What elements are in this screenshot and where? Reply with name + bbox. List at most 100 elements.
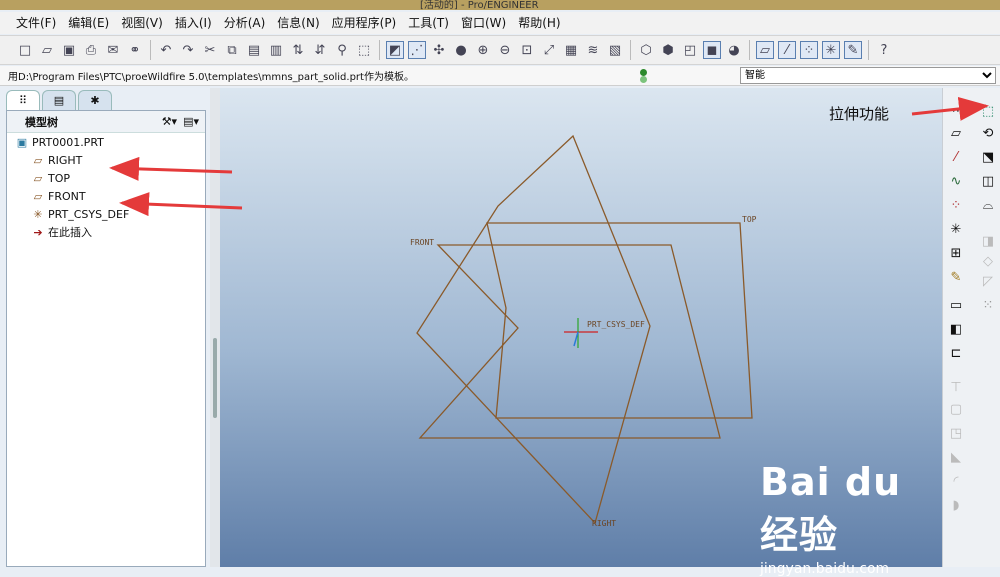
window-title: [活动的] - Pro/ENGINEER [420,0,539,11]
cut-icon[interactable]: ✂ [201,41,219,59]
datum-point-icon[interactable]: ⁘ [947,196,965,214]
sweep-icon[interactable]: ⬔ [979,148,997,166]
save-icon[interactable]: ▣ [60,41,78,59]
context-help-icon[interactable]: ? [875,41,893,59]
tree-item-csys[interactable]: ✳ PRT_CSYS_DEF [7,205,205,223]
redo-icon[interactable]: ↷ [179,41,197,59]
tree-item-label: PRT0001.PRT [32,135,104,149]
hidden-line-icon[interactable]: ⬢ [659,41,677,59]
csys-label: PRT_CSYS_DEF [587,320,645,329]
revolve-icon[interactable]: ⟲ [979,124,997,142]
tree-item-front[interactable]: ▱ FRONT [7,187,205,205]
extrude-annotation: 拉伸功能 [829,105,890,123]
blend-icon[interactable]: ◫ [979,172,997,190]
reorient-icon[interactable]: ⤢ [540,41,558,59]
watermark-url: jingyan.baidu.com [760,561,890,577]
status-message: 用D:\Program Files\PTC\proeWildfire 5.0\t… [8,72,414,83]
zoom-out-icon[interactable]: ⊖ [496,41,514,59]
tree-item-part[interactable]: ▣ PRT0001.PRT [7,133,205,151]
splitter-grip[interactable] [213,338,217,418]
datum-axis-tool-icon[interactable]: ⁄ [947,148,965,166]
tree-settings-icon[interactable]: ⚒▾ [162,115,177,128]
sketch-tool-icon[interactable]: ✎ [947,268,965,286]
pattern-icon[interactable]: ⁙ [979,296,997,314]
top-label: TOP [742,215,757,224]
view-manager-icon[interactable]: ▧ [606,41,624,59]
axis-display-icon[interactable]: ⁄ [778,41,796,59]
analysis-feature-icon[interactable]: ⊞ [947,244,965,262]
layers-icon[interactable]: ≋ [584,41,602,59]
tab-model-tree[interactable]: ⠿ [6,90,40,110]
shell-icon[interactable]: ◧ [947,320,965,338]
refit-icon[interactable]: ⊡ [518,41,536,59]
rib-icon[interactable]: ⊏ [947,344,965,362]
datum-csys-tool-icon[interactable]: ✳ [947,220,965,238]
tree-item-label: PRT_CSYS_DEF [48,207,130,221]
link-icon[interactable]: ⚭ [126,41,144,59]
paste-special-icon[interactable]: ▥ [267,41,285,59]
menu-analysis[interactable]: 分析(A) [218,12,272,34]
hole-icon[interactable]: ▭ [947,296,965,314]
datum-display-icon[interactable]: ⋰ [408,41,426,59]
shaded-icon[interactable]: ◼ [703,41,721,59]
no-hidden-icon[interactable]: ◰ [681,41,699,59]
print-icon[interactable]: ⎙ [82,41,100,59]
navigator-tabs: ⠿ ▤ ✱ [6,90,214,112]
open-icon[interactable]: ▱ [38,41,56,59]
extrude-icon[interactable]: ⬚ [979,102,997,120]
menu-tools[interactable]: 工具(T) [402,12,455,34]
watermark-brand: Bai du 经验 [760,460,902,557]
wireframe-icon[interactable]: ⬡ [637,41,655,59]
undo-icon[interactable]: ↶ [157,41,175,59]
menu-insert[interactable]: 插入(I) [169,12,218,34]
filter-select[interactable]: 智能 [740,67,996,84]
shading-icon[interactable]: ● [452,41,470,59]
menu-info[interactable]: 信息(N) [271,12,325,34]
dotted-icon: ⋯ [951,103,965,119]
message-area: 用D:\Program Files\PTC\proeWildfire 5.0\t… [0,66,1000,86]
menu-edit[interactable]: 编辑(E) [62,12,115,34]
tab-folder-browser[interactable]: ▤ [42,90,76,110]
enhanced-realism-icon[interactable]: ◕ [725,41,743,59]
panel-splitter[interactable] [210,88,220,567]
tree-columns-icon[interactable]: ▤▾ [183,115,199,128]
datum-plane-icon: ▱ [33,189,43,203]
menu-applications[interactable]: 应用程序(P) [326,12,403,34]
menu-view[interactable]: 视图(V) [115,12,169,34]
toolbar-separator [749,40,750,60]
paste-icon[interactable]: ▤ [245,41,263,59]
tree-item-insert-here[interactable]: ➔ 在此插入 [7,223,205,241]
select-box-icon[interactable]: ⬚ [355,41,373,59]
menu-file[interactable]: 文件(F) [10,12,62,34]
toolbar-separator [150,40,151,60]
main-toolbar: □ ▱ ▣ ⎙ ✉ ⚭ ↶ ↷ ✂ ⧉ ▤ ▥ ⇅ ⇵ ⚲ ⬚ ◩ ⋰ ✣ ● … [0,35,1000,65]
csys-display-icon[interactable]: ✳ [822,41,840,59]
regen-manager-icon[interactable]: ⇵ [311,41,329,59]
datum-curve-icon[interactable]: ∿ [947,172,965,190]
tab-favorites[interactable]: ✱ [78,90,112,110]
spin-center-icon[interactable]: ✣ [430,41,448,59]
model-tree-title: 模型树 [25,115,58,129]
annotation-display-icon[interactable]: ✎ [844,41,862,59]
tree-item-right[interactable]: ▱ RIGHT [7,151,205,169]
saved-views-icon[interactable]: ▦ [562,41,580,59]
sketch-display-icon[interactable]: ◩ [386,41,404,59]
find-icon[interactable]: ⚲ [333,41,351,59]
front-plane [418,244,721,439]
menu-window[interactable]: 窗口(W) [455,12,512,34]
model-tree-header: 模型树 ⚒▾ ▤▾ [7,111,205,133]
boundary-blend-icon[interactable]: ⌓ [979,196,997,214]
plane-display-icon[interactable]: ▱ [756,41,774,59]
copy-icon[interactable]: ⧉ [223,41,241,59]
mirror-icon: ◨ [981,233,995,249]
menu-help[interactable]: 帮助(H) [512,12,566,34]
zoom-in-icon[interactable]: ⊕ [474,41,492,59]
tree-item-top[interactable]: ▱ TOP [7,169,205,187]
front-label: FRONT [410,238,434,247]
point-display-icon[interactable]: ⁘ [800,41,818,59]
regenerate-icon[interactable]: ⇅ [289,41,307,59]
datum-plane-icon: ▱ [33,153,43,167]
new-icon[interactable]: □ [16,41,34,59]
datum-plane-tool-icon[interactable]: ▱ [947,124,965,142]
send-mail-icon[interactable]: ✉ [104,41,122,59]
